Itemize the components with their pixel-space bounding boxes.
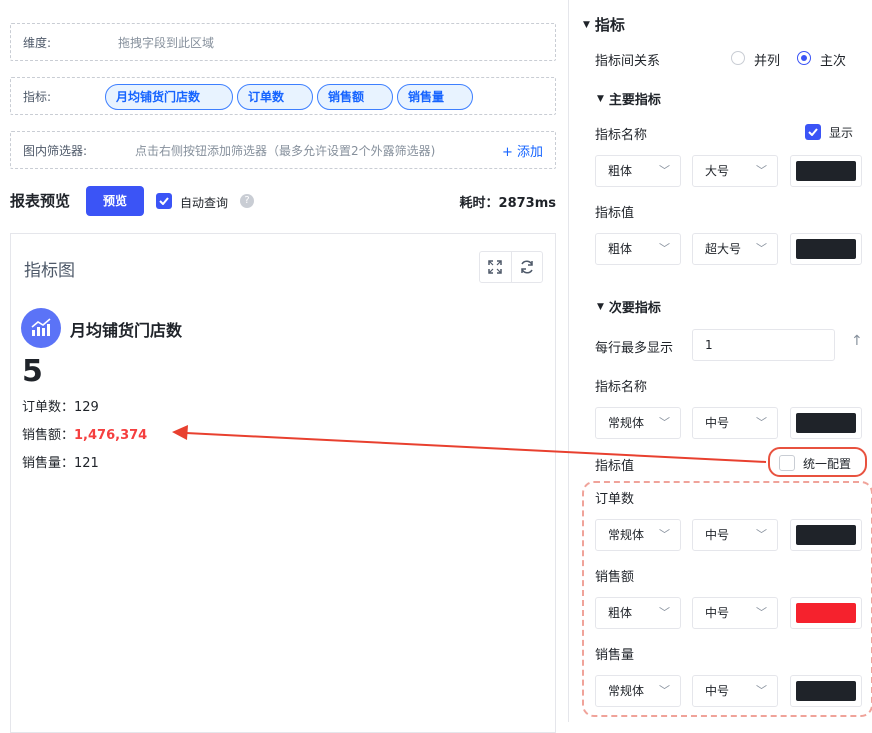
card-title: 指标图 xyxy=(24,261,75,281)
primary-name-color-picker[interactable] xyxy=(790,155,862,187)
chevron-down-icon: ﹀ xyxy=(659,528,670,541)
check-icon xyxy=(159,197,169,205)
dimension-label: 维度: xyxy=(23,35,52,50)
chevron-down-icon: ﹀ xyxy=(659,242,670,255)
fullscreen-icon xyxy=(488,260,502,274)
chevron-down-icon: ﹀ xyxy=(756,684,767,697)
metric-pill-sales-volume[interactable]: 销售量 xyxy=(397,84,473,110)
orders-size-select[interactable]: 中号 ﹀ xyxy=(692,519,778,551)
radio-parallel[interactable] xyxy=(731,51,745,65)
card-toolbar xyxy=(479,251,543,283)
dimension-dropzone[interactable]: 维度: 拖拽字段到此区域 xyxy=(10,23,556,61)
primary-name-size-select[interactable]: 大号 ﹀ xyxy=(692,155,778,187)
metric-pill-sales-amount[interactable]: 销售额 xyxy=(317,84,393,110)
refresh-button[interactable] xyxy=(510,252,543,282)
help-icon[interactable]: ? xyxy=(240,194,254,208)
chevron-down-icon: ﹀ xyxy=(756,528,767,541)
caret-down-icon: ▼ xyxy=(597,301,604,312)
sales-volume-style-label: 销售量 xyxy=(595,648,635,663)
unify-config-checkbox[interactable] xyxy=(779,455,795,471)
auto-query-label: 自动查询 xyxy=(180,196,229,210)
radio-primary-secondary[interactable] xyxy=(797,51,811,65)
secondary-name-label: 指标名称 xyxy=(595,380,648,395)
sales-amount-style-label: 销售额 xyxy=(595,570,635,585)
preview-title: 报表预览 xyxy=(10,192,71,210)
primary-value-label: 指标值 xyxy=(595,206,635,221)
chevron-down-icon: ﹀ xyxy=(659,606,670,619)
show-name-checkbox[interactable] xyxy=(805,124,821,140)
preview-button[interactable]: 预览 xyxy=(86,186,144,216)
metric-section-header[interactable]: ▼ 指标 xyxy=(583,14,625,35)
orders-weight-select[interactable]: 常规体 ﹀ xyxy=(595,519,681,551)
chevron-down-icon: ﹀ xyxy=(659,416,670,429)
metric-chart-card: 指标图 月均铺货门店数 5 订单数：129 销售额：1,476,374 销售量：… xyxy=(10,233,556,733)
secondary-section-header[interactable]: ▼ 次要指标 xyxy=(597,297,661,316)
secondary-value-label: 指标值 xyxy=(595,459,635,474)
query-timing: 耗时：2873ms xyxy=(459,196,556,211)
metrics-label: 指标: xyxy=(23,89,52,104)
orders-style-label: 订单数 xyxy=(595,492,635,507)
sales-amount-color-picker[interactable] xyxy=(790,597,862,629)
sales-amount-weight-select[interactable]: 粗体 ﹀ xyxy=(595,597,681,629)
report-editor: 维度: 拖拽字段到此区域 指标: 月均铺货门店数 订单数 销售额 销售量 图内筛… xyxy=(0,0,568,733)
chevron-down-icon: ﹀ xyxy=(659,164,670,177)
main-metric-value: 5 xyxy=(22,354,43,389)
chevron-down-icon: ﹀ xyxy=(756,606,767,619)
metric-pill-orders[interactable]: 订单数 xyxy=(237,84,313,110)
unify-config-label: 统一配置 xyxy=(803,457,852,471)
chevron-down-icon: ﹀ xyxy=(756,416,767,429)
auto-query-checkbox[interactable] xyxy=(156,193,172,209)
primary-name-weight-select[interactable]: 粗体 ﹀ xyxy=(595,155,681,187)
secondary-name-color-picker[interactable] xyxy=(790,407,862,439)
primary-name-label: 指标名称 xyxy=(595,128,648,143)
filter-dropzone[interactable]: 图内筛选器: 点击右侧按钮添加筛选器（最多允许设置2个外露筛选器) + 添加 xyxy=(10,131,556,169)
filter-label: 图内筛选器: xyxy=(23,143,88,158)
primary-section-header[interactable]: ▼ 主要指标 xyxy=(597,89,661,108)
caret-down-icon: ▼ xyxy=(583,19,590,30)
sub-metric-sales-volume: 销售量：121 xyxy=(22,456,99,471)
dimension-hint: 拖拽字段到此区域 xyxy=(118,35,215,50)
plus-icon: + xyxy=(501,144,513,160)
chart-icon xyxy=(21,308,61,348)
radio-parallel-label: 并列 xyxy=(754,54,781,69)
metrics-dropzone[interactable]: 指标: 月均铺货门店数 订单数 销售额 销售量 xyxy=(10,77,556,115)
secondary-name-size-select[interactable]: 中号 ﹀ xyxy=(692,407,778,439)
check-icon xyxy=(808,128,818,136)
sub-metric-orders: 订单数：129 xyxy=(22,400,99,415)
orders-color-picker[interactable] xyxy=(790,519,862,551)
add-filter-button[interactable]: + 添加 xyxy=(502,141,543,160)
chevron-down-icon: ﹀ xyxy=(756,164,767,177)
sub-metric-sales-amount: 销售额：1,476,374 xyxy=(22,428,148,443)
refresh-icon xyxy=(521,260,533,274)
sales-volume-weight-select[interactable]: 常规体 ﹀ xyxy=(595,675,681,707)
sales-volume-size-select[interactable]: 中号 ﹀ xyxy=(692,675,778,707)
secondary-name-weight-select[interactable]: 常规体 ﹀ xyxy=(595,407,681,439)
show-name-label: 显示 xyxy=(829,126,854,140)
style-panel: ▼ 指标 指标间关系 并列 主次 ▼ 主要指标 指标名称 显示 粗体 ﹀ 大号 ﹀ 指标… xyxy=(568,0,872,722)
radio-primary-secondary-label: 主次 xyxy=(820,54,847,69)
sales-amount-size-select[interactable]: 中号 ﹀ xyxy=(692,597,778,629)
sales-volume-color-picker[interactable] xyxy=(790,675,862,707)
metric-pill-stores[interactable]: 月均铺货门店数 xyxy=(105,84,233,110)
filter-hint: 点击右侧按钮添加筛选器（最多允许设置2个外露筛选器) xyxy=(135,143,436,158)
per-row-input[interactable]: 1 xyxy=(692,329,835,361)
arrow-up-icon[interactable]: ↑ xyxy=(851,333,863,349)
chevron-down-icon: ﹀ xyxy=(659,684,670,697)
per-row-label: 每行最多显示 xyxy=(595,341,674,356)
primary-value-weight-select[interactable]: 粗体 ﹀ xyxy=(595,233,681,265)
relation-label: 指标间关系 xyxy=(595,54,661,69)
caret-down-icon: ▼ xyxy=(597,93,604,104)
fullscreen-button[interactable] xyxy=(480,252,511,282)
chevron-down-icon: ﹀ xyxy=(756,242,767,255)
main-metric-name: 月均铺货门店数 xyxy=(70,321,183,340)
primary-value-size-select[interactable]: 超大号 ﹀ xyxy=(692,233,778,265)
primary-value-color-picker[interactable] xyxy=(790,233,862,265)
